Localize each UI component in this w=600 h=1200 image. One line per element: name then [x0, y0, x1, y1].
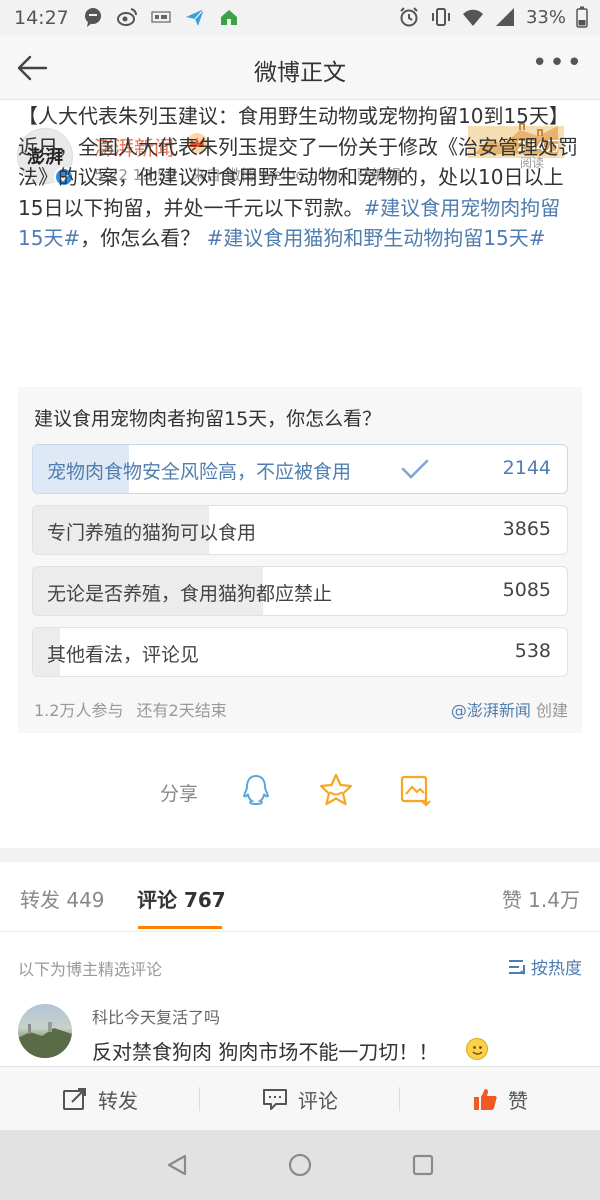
- repost-button[interactable]: 转发: [0, 1067, 200, 1131]
- battery-percent: 33%: [525, 6, 566, 28]
- nav-home-icon[interactable]: [288, 1153, 312, 1177]
- poll-option-label: 宠物肉食物安全风险高，不应被食用: [47, 461, 352, 483]
- alarm-icon: [400, 7, 418, 27]
- poll-option[interactable]: 专门养殖的猫狗可以食用 3865: [32, 505, 568, 555]
- wifi-icon: [462, 9, 483, 26]
- system-nav-bar: [0, 1130, 600, 1200]
- comment-label: 评论: [298, 1088, 338, 1113]
- share-row: 分享: [0, 764, 600, 816]
- save-image-icon[interactable]: [398, 772, 434, 808]
- weibo-icon: [117, 8, 138, 26]
- poll-option-label: 其他看法，评论见: [47, 644, 200, 666]
- poll-option[interactable]: 宠物肉食物安全风险高，不应被食用 2144: [32, 444, 568, 494]
- thepaper-icon: [151, 11, 171, 23]
- poll-option-count: 2144: [502, 457, 551, 479]
- more-icon[interactable]: •••: [532, 48, 584, 78]
- action-bar: 转发 评论 赞: [0, 1066, 600, 1130]
- poll-option-count: 538: [514, 640, 551, 662]
- tab-underline: [138, 926, 222, 929]
- featured-comments-label: 以下为博主精选评论: [18, 960, 163, 979]
- section-divider: [0, 848, 600, 862]
- poll-option-count: 5085: [502, 579, 551, 601]
- signal-icon: [495, 8, 514, 26]
- smile-emoji-icon: [466, 1038, 488, 1060]
- nav-recents-icon[interactable]: [411, 1153, 435, 1177]
- app-icon: [221, 10, 237, 25]
- thumbs-up-icon: [474, 1089, 497, 1110]
- star-icon[interactable]: [318, 772, 354, 808]
- poll-card: 建议食用宠物肉者拘留15天，你怎么看？ 宠物肉食物安全风险高，不应被食用 214…: [18, 387, 582, 733]
- poll-created-label: 创建: [535, 701, 568, 720]
- poll-option[interactable]: 其他看法，评论见 538: [32, 627, 568, 677]
- post-text-mid: ，你怎么看？: [80, 226, 201, 250]
- poll-stats: 1.2万人参与 还有2天结束: [34, 697, 235, 721]
- battery-icon: [576, 6, 588, 28]
- poll-remaining: 还有2天结束: [136, 701, 227, 720]
- tab-bar: 转发 449 评论 767 赞 1.4万: [0, 862, 600, 932]
- poll-participants: 1.2万人参与: [34, 701, 124, 720]
- status-bar: 14:27 33%: [0, 0, 600, 36]
- poll-option[interactable]: 无论是否养殖，食用猫狗都应禁止 5085: [32, 566, 568, 616]
- comment-item: 科比今天复活了吗 反对禁食狗肉 狗肉市场不能一刀切！！: [0, 996, 600, 1068]
- sort-label: 按热度: [531, 959, 582, 979]
- poll-option-label: 专门养殖的猫狗可以食用: [47, 522, 257, 544]
- page-title: 微博正文: [254, 60, 346, 86]
- like-label: 赞: [508, 1088, 528, 1113]
- commenter-name[interactable]: 科比今天复活了吗: [92, 1004, 220, 1028]
- tab-like[interactable]: 赞 1.4万: [502, 884, 580, 913]
- repost-icon: [63, 1088, 86, 1110]
- post-content: 【人大代表朱列玉建议：食用野生动物或宠物拘留10到15天】近日，全国人大代表朱列…: [18, 101, 584, 254]
- comment-button[interactable]: 评论: [200, 1067, 400, 1131]
- sort-icon: [509, 959, 525, 975]
- comment-icon: [263, 1089, 287, 1110]
- sort-button[interactable]: 按热度: [507, 954, 582, 979]
- send-icon: [186, 8, 205, 26]
- comment-filter-row: 以下为博主精选评论 按热度: [0, 942, 600, 990]
- tab-comment[interactable]: 评论 767: [137, 884, 226, 913]
- chat-bubble-icon: [85, 8, 101, 27]
- commenter-avatar[interactable]: [18, 1004, 72, 1058]
- qq-icon[interactable]: [238, 772, 274, 808]
- share-label: 分享: [160, 783, 199, 805]
- status-time: 14:27: [14, 7, 69, 29]
- comment-text: 反对禁食狗肉 狗肉市场不能一刀切！！: [92, 1040, 439, 1064]
- like-button[interactable]: 赞: [400, 1067, 600, 1131]
- poll-question: 建议食用宠物肉者拘留15天，你怎么看？: [34, 408, 382, 430]
- poll-creator-link[interactable]: @澎湃新闻: [451, 701, 531, 720]
- poll-option-label: 无论是否养殖，食用猫狗都应禁止: [47, 583, 333, 605]
- repost-label: 转发: [98, 1088, 138, 1113]
- poll-option-count: 3865: [502, 518, 551, 540]
- hashtag-link[interactable]: #建议食用猫狗和野生动物拘留15天#: [207, 226, 546, 250]
- vibrate-icon: [431, 8, 450, 26]
- nav-bar: 微博正文 •••: [0, 36, 600, 100]
- poll-creator: @澎湃新闻 创建: [451, 697, 568, 721]
- tab-repost[interactable]: 转发 449: [20, 884, 105, 913]
- check-icon: [401, 459, 429, 479]
- nav-back-icon[interactable]: [165, 1153, 189, 1177]
